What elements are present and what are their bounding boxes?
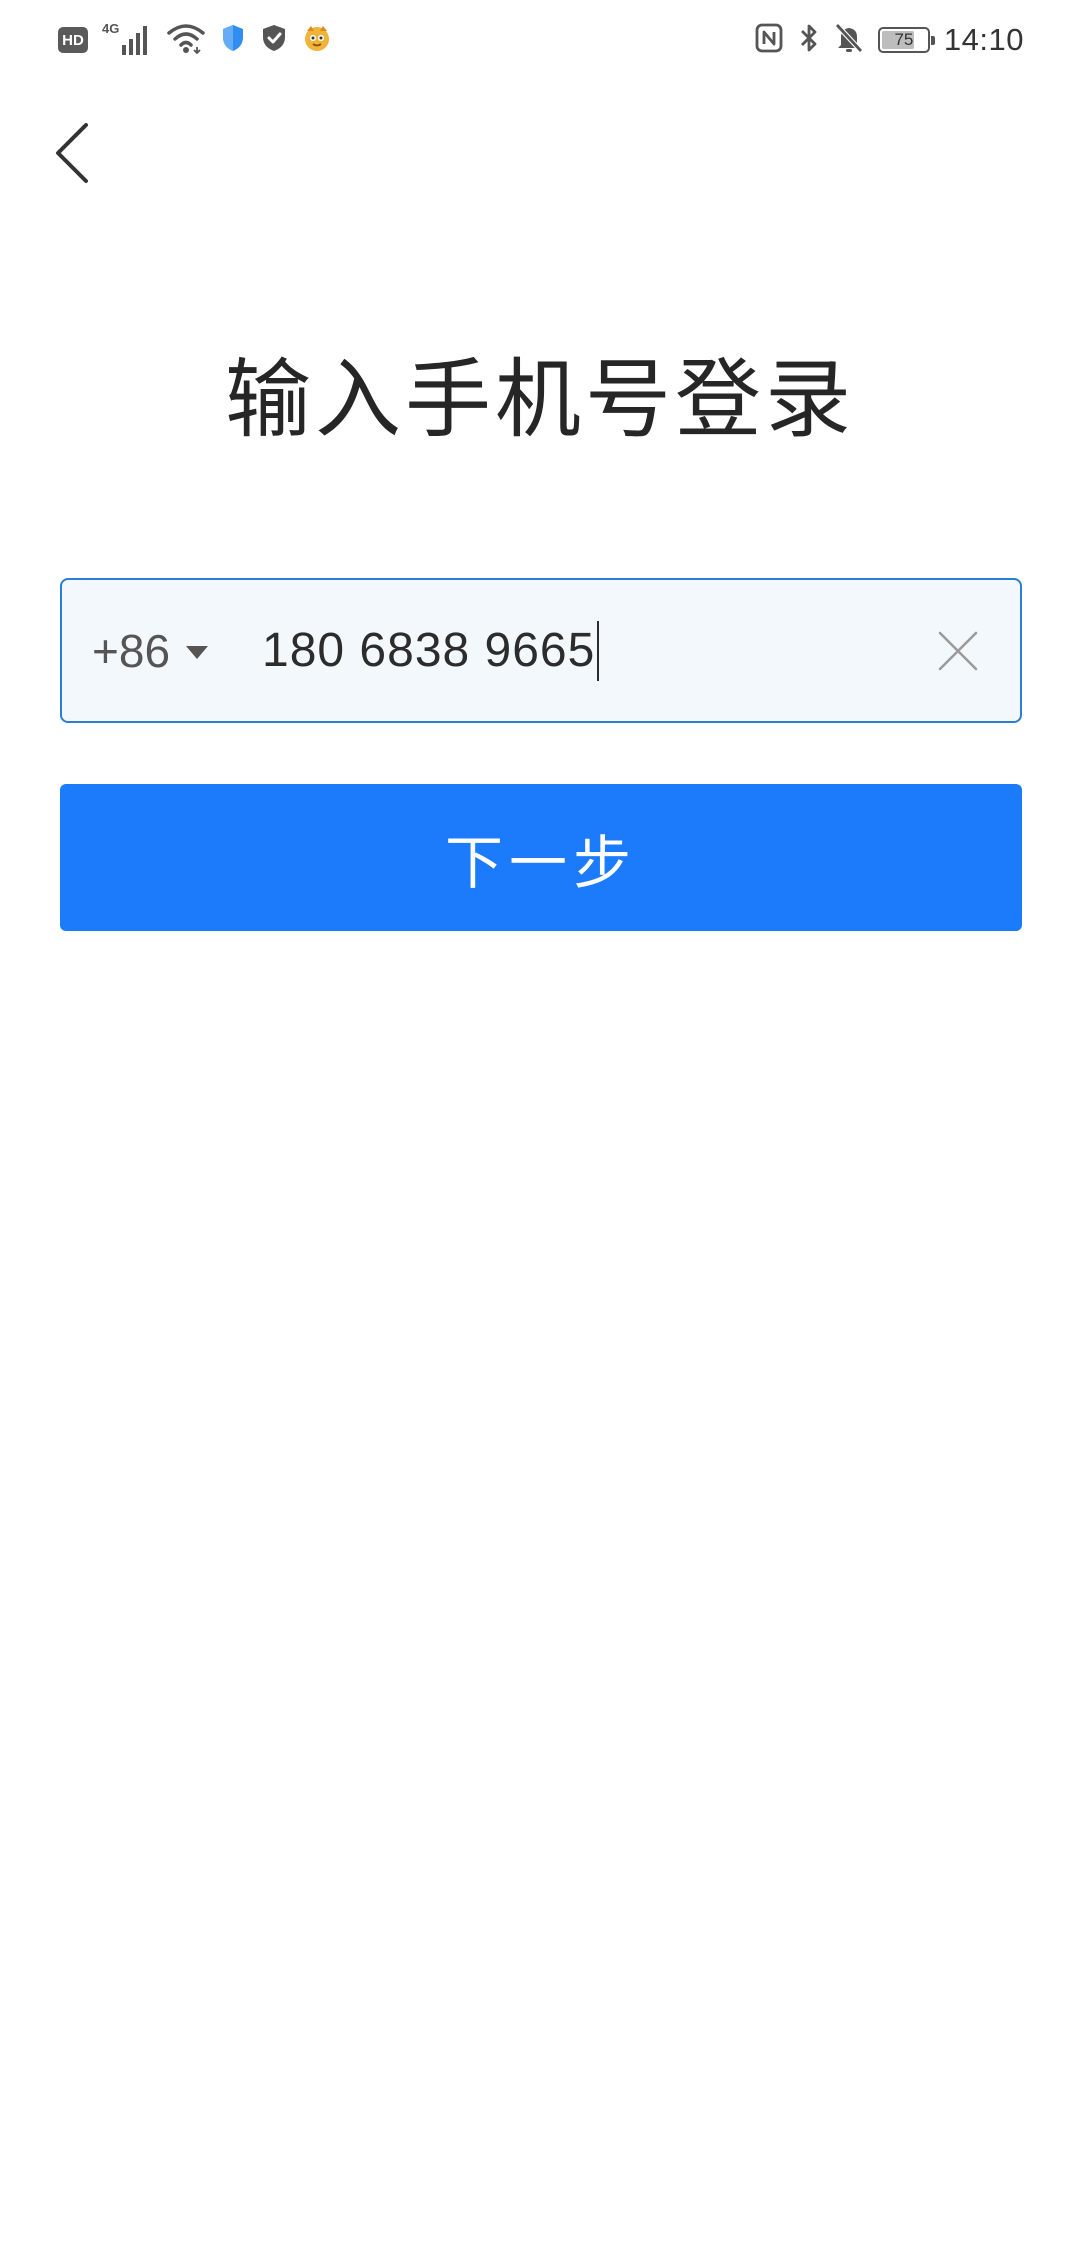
status-time: 14:10 — [943, 22, 1024, 57]
shield-blue-icon — [220, 23, 246, 57]
phone-number-value: 180 6838 9665 — [262, 624, 596, 677]
country-code-label: +86 — [92, 624, 171, 677]
nfc-icon — [754, 22, 784, 58]
network-type-label: 4G — [102, 21, 120, 36]
clear-input-button[interactable] — [934, 627, 982, 675]
country-code-selector[interactable]: +86 — [92, 580, 209, 721]
chevron-left-icon — [56, 123, 88, 183]
hd-icon: HD — [58, 27, 88, 53]
app-mascot-icon — [302, 23, 332, 57]
status-bar-left: HD 4G — [58, 18, 332, 62]
close-icon — [938, 631, 978, 670]
bell-off-icon — [834, 22, 864, 58]
wifi-icon — [166, 21, 206, 59]
phone-input-field[interactable]: +86 180 6838 9665 — [60, 578, 1022, 723]
text-cursor — [597, 620, 600, 681]
next-button[interactable]: 下一步 — [60, 784, 1022, 931]
status-bar-right: 75 14:10 — [754, 18, 1024, 62]
battery-level: 75 — [894, 30, 914, 49]
status-bar: HD 4G 75 14:10 — [0, 0, 1080, 84]
page-title: 输入手机号登录 — [225, 350, 855, 450]
shield-check-icon — [260, 23, 288, 57]
bluetooth-icon — [798, 22, 820, 58]
battery-icon: 75 — [877, 27, 935, 53]
back-button[interactable] — [50, 120, 94, 186]
phone-number-input[interactable]: 180 6838 9665 — [262, 580, 600, 721]
caret-down-icon — [186, 646, 209, 659]
signal-icon: 4G — [102, 21, 152, 57]
